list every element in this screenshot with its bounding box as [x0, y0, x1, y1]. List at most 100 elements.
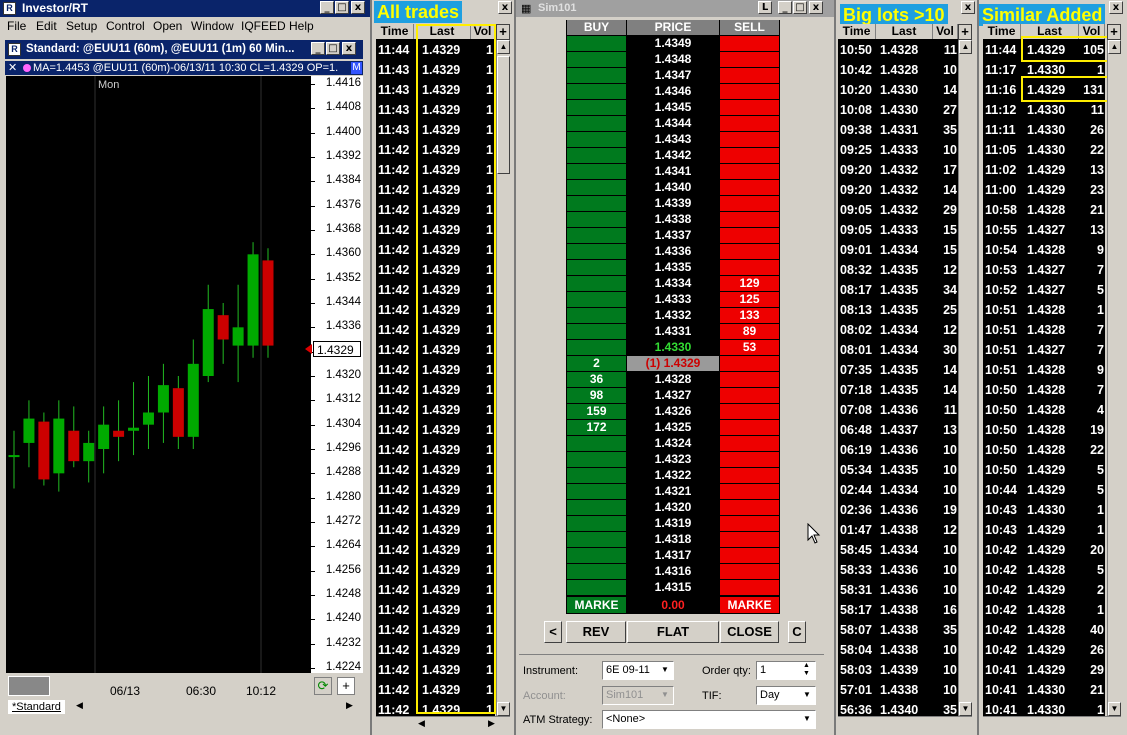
menu-setup[interactable]: Setup	[66, 17, 97, 36]
sell-cell[interactable]	[720, 244, 779, 259]
buy-cell[interactable]	[567, 84, 626, 99]
dom-close-button[interactable]: x	[809, 1, 823, 14]
buy-cell[interactable]	[567, 500, 626, 515]
similar-added-close-button[interactable]: x	[1109, 1, 1123, 14]
buy-cell[interactable]	[567, 532, 626, 547]
chart-maximize-button[interactable]: □	[326, 42, 340, 55]
info-close-icon[interactable]: ✕	[8, 61, 17, 75]
menu-control[interactable]: Control	[106, 17, 145, 36]
buy-cell[interactable]	[567, 180, 626, 195]
add-column-button[interactable]: +	[1107, 24, 1121, 40]
sell-cell[interactable]	[720, 580, 779, 595]
buy-cell[interactable]	[567, 68, 626, 83]
rev-button[interactable]: REV	[566, 621, 626, 643]
col-time-header[interactable]: Time	[983, 24, 1021, 39]
buy-cell[interactable]	[567, 260, 626, 275]
buy-cell[interactable]	[567, 452, 626, 467]
all-trades-scrollbar[interactable]: ▲ ▼	[496, 24, 510, 716]
buy-cell[interactable]	[567, 244, 626, 259]
buy-cell[interactable]	[567, 36, 626, 51]
sell-cell[interactable]	[720, 468, 779, 483]
buy-cell[interactable]	[567, 228, 626, 243]
buy-cell[interactable]: 36	[567, 372, 626, 387]
buy-cell[interactable]	[567, 308, 626, 323]
sell-cell[interactable]	[720, 548, 779, 563]
tab-standard[interactable]: *Standard	[8, 700, 65, 714]
col-last-header[interactable]: Last	[876, 24, 933, 39]
sell-cell[interactable]	[720, 164, 779, 179]
buy-cell[interactable]: 98	[567, 388, 626, 403]
sell-cell[interactable]	[720, 484, 779, 499]
buy-cell[interactable]: 159	[567, 404, 626, 419]
sell-cell[interactable]	[720, 36, 779, 51]
buy-cell[interactable]	[567, 564, 626, 579]
add-column-button[interactable]: +	[958, 24, 972, 40]
sell-cell[interactable]	[720, 500, 779, 515]
tif-dropdown-icon[interactable]: ▼	[803, 690, 811, 699]
sell-cell[interactable]	[720, 84, 779, 99]
buy-cell[interactable]	[567, 132, 626, 147]
sell-cell[interactable]	[720, 532, 779, 547]
all-trades-hscroll[interactable]: ◀ ▶	[376, 716, 510, 732]
sell-cell[interactable]: 89	[720, 324, 779, 339]
sell-cell[interactable]	[720, 100, 779, 115]
big-lots-close-button[interactable]: x	[961, 1, 975, 14]
sell-cell[interactable]	[720, 388, 779, 403]
sell-cell[interactable]: 125	[720, 292, 779, 307]
sell-cell[interactable]	[720, 564, 779, 579]
sell-cell[interactable]	[720, 196, 779, 211]
hscroll-left-icon[interactable]: ◀	[418, 718, 425, 729]
reverse-left-button[interactable]: <	[544, 621, 562, 643]
scroll-down-icon[interactable]: ▼	[497, 702, 510, 716]
sell-cell[interactable]	[720, 228, 779, 243]
sell-cell[interactable]	[720, 148, 779, 163]
sell-cell[interactable]	[720, 420, 779, 435]
col-time-header[interactable]: Time	[376, 24, 414, 39]
sell-cell[interactable]	[720, 116, 779, 131]
refresh-icon[interactable]: ⟳	[314, 677, 332, 695]
close-position-button[interactable]: CLOSE	[720, 621, 779, 643]
menu-edit[interactable]: Edit	[36, 17, 57, 36]
buy-cell[interactable]	[567, 292, 626, 307]
minimize-button[interactable]: _	[320, 1, 334, 14]
sell-market-button[interactable]: MARKE	[720, 597, 779, 613]
sell-cell[interactable]	[720, 260, 779, 275]
big-lots-hscroll[interactable]	[838, 716, 972, 732]
all-trades-close-button[interactable]: x	[498, 1, 512, 14]
sell-cell[interactable]	[720, 52, 779, 67]
sell-cell[interactable]	[720, 436, 779, 451]
atm-select[interactable]: <None>	[602, 710, 816, 729]
flat-button[interactable]: FLAT	[627, 621, 719, 643]
scroll-thumb[interactable]	[497, 56, 510, 174]
scroll-up-icon[interactable]: ▲	[497, 40, 510, 54]
sell-cell[interactable]	[720, 372, 779, 387]
buy-cell[interactable]	[567, 324, 626, 339]
menu-file[interactable]: File	[7, 17, 26, 36]
sell-cell[interactable]: 53	[720, 340, 779, 355]
dom-minimize-button[interactable]: _	[778, 1, 792, 14]
sell-cell[interactable]	[720, 212, 779, 227]
add-column-button[interactable]: +	[496, 24, 510, 40]
buy-cell[interactable]	[567, 468, 626, 483]
chart-minimize-button[interactable]: _	[311, 42, 325, 55]
menu-help[interactable]: Help	[289, 17, 314, 36]
orderqty-spinner-icon[interactable]: ▲ ▼	[803, 662, 810, 678]
buy-market-button[interactable]: MARKE	[567, 597, 626, 613]
menu-open[interactable]: Open	[153, 17, 182, 36]
buy-cell[interactable]	[567, 52, 626, 67]
sell-cell[interactable]	[720, 356, 779, 371]
buy-cell[interactable]	[567, 340, 626, 355]
buy-cell[interactable]	[567, 276, 626, 291]
buy-cell[interactable]: 172	[567, 420, 626, 435]
similar-added-scrollbar[interactable]: ▲ ▼	[1107, 24, 1121, 716]
close-button[interactable]: x	[351, 1, 365, 14]
buy-cell[interactable]	[567, 100, 626, 115]
scroll-up-icon[interactable]: ▲	[1108, 40, 1121, 54]
sell-cell[interactable]	[720, 68, 779, 83]
buy-cell[interactable]	[567, 548, 626, 563]
atm-dropdown-icon[interactable]: ▼	[803, 714, 811, 723]
buy-cell[interactable]	[567, 436, 626, 451]
time-axis-slider[interactable]	[8, 676, 50, 696]
info-m-button[interactable]: M	[351, 62, 362, 74]
dom-maximize-button[interactable]: □	[793, 1, 807, 14]
